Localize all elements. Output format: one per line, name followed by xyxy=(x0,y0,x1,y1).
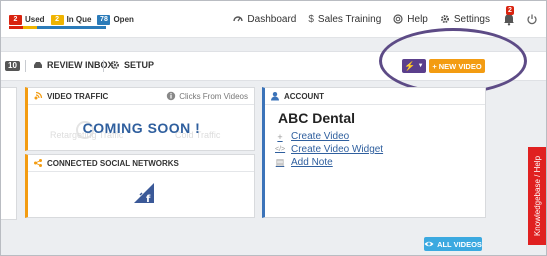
power-icon[interactable] xyxy=(526,13,538,25)
gear-icon xyxy=(111,61,119,69)
gear-icon xyxy=(440,15,449,23)
account-header: ACCOUNT xyxy=(265,88,485,105)
video-traffic-panel: VIDEO TRAFFIC Clicks From Videos Retarge… xyxy=(25,87,255,151)
inbox-icon xyxy=(34,62,42,68)
review-inbox-button[interactable]: REVIEW INBOX xyxy=(33,60,114,70)
knowledgebase-help-label: Knowledgebase / Help xyxy=(533,155,542,237)
status-progress-bar xyxy=(9,26,106,29)
in-que-label: In Que xyxy=(66,15,92,24)
notifications-button[interactable]: 2 xyxy=(502,6,516,26)
create-video-widget-label: Create Video Widget xyxy=(291,144,384,155)
clicks-from-videos: Clicks From Videos xyxy=(166,91,248,101)
in-que-count: 2 xyxy=(50,14,64,25)
note-icon: ▤ xyxy=(275,157,285,167)
open-label: Open xyxy=(113,15,134,24)
create-video-link[interactable]: + Create Video xyxy=(275,131,349,142)
nav-sales-training[interactable]: $ Sales Training xyxy=(302,14,387,25)
used-count: 2 xyxy=(9,14,22,25)
video-status-counters: 2 Used 2 In Que 78 Open xyxy=(9,14,137,25)
account-name: ABC Dental xyxy=(278,110,356,126)
toolbar-divider xyxy=(103,60,104,72)
eye-icon xyxy=(424,241,434,247)
all-videos-button[interactable]: ALL VIDEOS xyxy=(424,237,482,251)
dollar-icon: $ xyxy=(308,13,314,25)
highlight-annotation-ellipse xyxy=(379,28,527,94)
toolbar-divider xyxy=(25,60,26,72)
video-traffic-title: VIDEO TRAFFIC xyxy=(47,91,109,101)
broadcast-icon xyxy=(34,91,43,100)
dashboard-icon xyxy=(233,16,244,22)
top-nav: Dashboard $ Sales Training Help Settings… xyxy=(227,1,546,37)
code-icon: </> xyxy=(275,146,286,153)
nav-dashboard[interactable]: Dashboard xyxy=(227,14,302,25)
notifications-badge: 2 xyxy=(506,6,514,15)
svg-text:f: f xyxy=(146,194,151,205)
nav-help[interactable]: Help xyxy=(387,14,434,25)
setup-button[interactable]: SETUP xyxy=(110,60,154,70)
nav-settings[interactable]: Settings xyxy=(434,14,496,25)
lifebuoy-icon xyxy=(393,14,403,24)
share-icon xyxy=(34,159,42,167)
social-networks-panel: CONNECTED SOCIAL NETWORKS f xyxy=(25,154,255,218)
info-icon xyxy=(167,91,176,101)
social-networks-header: CONNECTED SOCIAL NETWORKS xyxy=(28,155,254,172)
nav-settings-label: Settings xyxy=(453,13,490,25)
video-traffic-header: VIDEO TRAFFIC Clicks From Videos xyxy=(28,88,254,105)
nav-help-label: Help xyxy=(407,13,428,25)
create-video-widget-link[interactable]: </> Create Video Widget xyxy=(275,144,383,155)
clicks-from-videos-label: Clicks From Videos xyxy=(179,91,248,101)
knowledgebase-help-tab[interactable]: Knowledgebase / Help xyxy=(528,147,546,245)
left-panel xyxy=(1,87,17,220)
used-label: Used xyxy=(25,15,45,24)
add-note-link[interactable]: ▤ Add Note xyxy=(275,157,333,168)
coming-soon-text: COMING SOON ! xyxy=(82,120,201,136)
nav-sales-training-label: Sales Training xyxy=(317,13,382,25)
add-note-label: Add Note xyxy=(291,157,333,168)
video-count-badge: 10 xyxy=(5,61,20,71)
user-icon xyxy=(271,92,279,101)
plus-icon: + xyxy=(277,131,283,142)
social-networks-title: CONNECTED SOCIAL NETWORKS xyxy=(47,158,179,168)
facebook-icon[interactable]: f xyxy=(132,181,156,205)
all-videos-label: ALL VIDEOS xyxy=(437,239,482,249)
create-video-label: Create Video xyxy=(291,131,350,142)
account-panel: ACCOUNT ABC Dental + Create Video </> Cr… xyxy=(262,87,486,218)
open-count: 78 xyxy=(97,14,111,25)
setup-label: SETUP xyxy=(124,60,155,70)
nav-dashboard-label: Dashboard xyxy=(247,13,297,25)
app-window: 2 Used 2 In Que 78 Open Dashboard $ Sale… xyxy=(0,0,547,256)
account-title: ACCOUNT xyxy=(284,91,324,101)
